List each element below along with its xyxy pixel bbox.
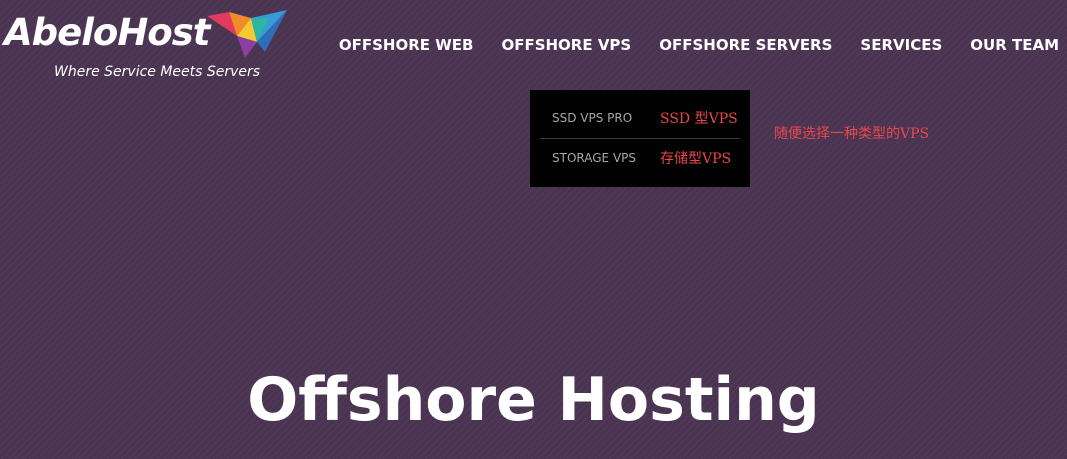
side-annotation: 随便选择一种类型的VPS [774, 126, 930, 142]
dropdown-item-ssd-vps-pro[interactable]: SSD VPS PRO SSD 型VPS [540, 90, 740, 138]
logo-wordmark: AbeloHost [4, 11, 210, 54]
nav-services[interactable]: SERVICES [860, 36, 942, 54]
nav-offshore-web[interactable]: OFFSHORE WEB [339, 36, 474, 54]
nav-offshore-servers[interactable]: OFFSHORE SERVERS [659, 36, 832, 54]
origami-bird-icon [207, 10, 287, 58]
nav-our-team[interactable]: OUR TEAM [970, 36, 1059, 54]
main-nav: OFFSHORE WEB OFFSHORE VPS OFFSHORE SERVE… [311, 36, 1059, 54]
dropdown-item-annotation: 存储型VPS [660, 151, 732, 167]
dropdown-item-storage-vps[interactable]: STORAGE VPS 存储型VPS [540, 138, 740, 187]
logo-link[interactable]: AbeloHost Where Service Meets Servers [4, 8, 294, 84]
hero-title: Offshore Hosting [247, 365, 820, 435]
dropdown-item-annotation: SSD 型VPS [660, 111, 738, 127]
vps-dropdown-menu: SSD VPS PRO SSD 型VPS STORAGE VPS 存储型VPS [530, 90, 750, 187]
dropdown-item-label: SSD VPS PRO [552, 111, 633, 125]
dropdown-item-label: STORAGE VPS [552, 151, 636, 165]
logo-tagline: Where Service Meets Servers [54, 64, 261, 80]
nav-offshore-vps[interactable]: OFFSHORE VPS [501, 36, 631, 54]
